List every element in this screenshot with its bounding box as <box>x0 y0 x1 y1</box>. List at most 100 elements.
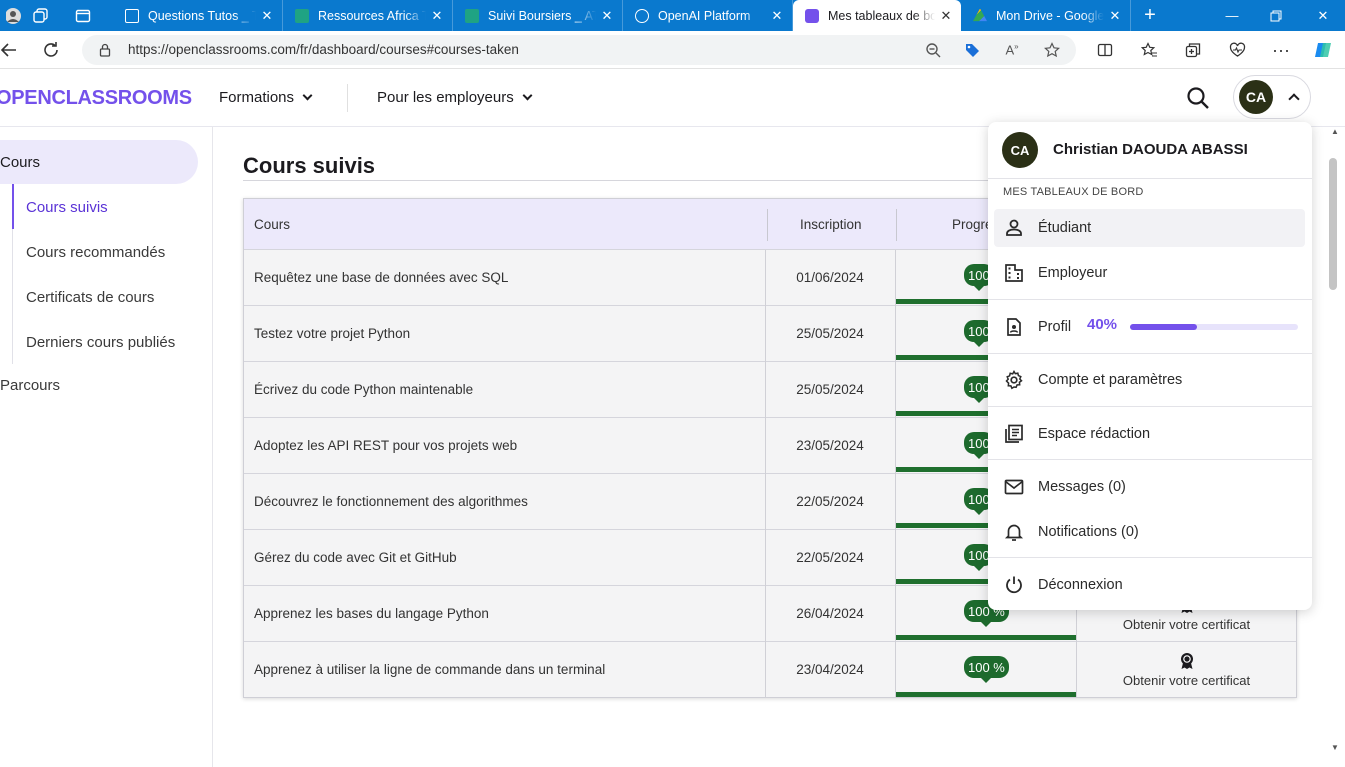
tab-title: Mon Drive - Google <box>996 8 1104 23</box>
course-title[interactable]: Testez votre projet Python <box>254 326 410 341</box>
close-window-icon[interactable]: ✕ <box>1308 0 1338 31</box>
enrollment-date: 22/05/2024 <box>796 494 864 509</box>
close-icon[interactable]: ✕ <box>935 8 957 24</box>
drive-icon <box>973 8 987 22</box>
menu-item-writing-space[interactable]: Espace rédaction <box>994 415 1305 453</box>
workspaces-icon[interactable] <box>26 0 56 31</box>
user-dropdown-menu: CA Christian DAOUDA ABASSI MES TABLEAUX … <box>988 122 1312 610</box>
lock-icon[interactable] <box>92 35 118 65</box>
split-screen-icon[interactable] <box>1090 31 1120 69</box>
scroll-up-icon[interactable]: ▲ <box>1331 127 1339 136</box>
browser-essentials-icon[interactable] <box>1222 31 1252 69</box>
menu-item-label: Profil <box>1038 319 1072 335</box>
shopping-tag-icon[interactable] <box>959 35 985 65</box>
collections-icon[interactable] <box>1178 31 1208 69</box>
scroll-down-icon[interactable]: ▼ <box>1331 743 1339 752</box>
read-aloud-icon[interactable]: A» <box>999 35 1025 65</box>
nav-employers[interactable]: Pour les employeurs <box>377 89 533 106</box>
gear-icon <box>1005 370 1023 390</box>
course-title[interactable]: Apprenez les bases du langage Python <box>254 606 489 621</box>
minimize-icon[interactable]: — <box>1217 0 1247 31</box>
mail-icon <box>1004 479 1024 495</box>
close-icon[interactable]: ✕ <box>766 8 788 24</box>
table-row[interactable]: Apprenez à utiliser la ligne de commande… <box>244 642 1296 698</box>
sidebar-item-derniers-cours[interactable]: Derniers cours publiés <box>26 334 175 351</box>
sidebar-item-cours-recommandes[interactable]: Cours recommandés <box>26 244 165 261</box>
browser-tab[interactable]: Mon Drive - Google ✕ <box>961 0 1131 31</box>
course-title[interactable]: Découvrez le fonctionnement des algorith… <box>254 494 528 509</box>
tab-title: Suivi Boursiers _ AT <box>488 8 596 23</box>
close-icon[interactable]: ✕ <box>256 8 278 24</box>
get-certificate-link[interactable]: Obtenir votre certificat <box>1077 617 1296 632</box>
nav-label: Pour les employeurs <box>377 89 514 106</box>
column-header-progression[interactable]: Progre <box>952 217 993 232</box>
course-title[interactable]: Écrivez du code Python maintenable <box>254 382 473 397</box>
zoom-icon[interactable] <box>920 35 946 65</box>
sheet-icon <box>465 8 479 23</box>
openai-icon <box>635 8 649 23</box>
menu-item-profile[interactable]: Profil 40% <box>994 308 1305 346</box>
divider <box>988 178 1312 179</box>
profile-progress-fill <box>1130 324 1198 330</box>
enrollment-date: 26/04/2024 <box>796 606 864 621</box>
close-icon[interactable]: ✕ <box>426 8 448 24</box>
new-tab-icon[interactable]: + <box>1135 0 1165 31</box>
openclassrooms-logo[interactable]: OPENCLASSROOMS <box>0 87 192 110</box>
certificate-cell[interactable]: Obtenir votre certificat <box>1077 642 1296 697</box>
menu-item-employer[interactable]: Employeur <box>994 254 1305 292</box>
page-scrollbar[interactable]: ▲ ▼ <box>1327 127 1345 767</box>
favorites-icon[interactable] <box>1134 31 1164 69</box>
sidebar-item-certificats[interactable]: Certificats de cours <box>26 289 154 306</box>
search-icon[interactable] <box>1185 85 1211 111</box>
sidebar-section-parcours[interactable]: Parcours <box>0 377 60 394</box>
enrollment-date: 22/05/2024 <box>796 550 864 565</box>
menu-item-label: Notifications (0) <box>1038 524 1139 540</box>
url-text[interactable]: https://openclassrooms.com/fr/dashboard/… <box>128 42 519 57</box>
scrollbar-thumb[interactable] <box>1329 158 1337 290</box>
course-title[interactable]: Gérez du code avec Git et GitHub <box>254 550 457 565</box>
sidebar-section-cours[interactable]: Cours <box>0 140 198 184</box>
close-icon[interactable]: ✕ <box>1104 8 1126 24</box>
course-title[interactable]: Adoptez les API REST pour vos projets we… <box>254 438 517 453</box>
browser-tab[interactable]: OpenAI Platform ✕ <box>623 0 793 31</box>
library-icon <box>1005 424 1023 443</box>
tab-title: OpenAI Platform <box>658 8 751 23</box>
browser-tab[interactable]: Suivi Boursiers _ AT ✕ <box>453 0 623 31</box>
nav-label: Formations <box>219 89 295 106</box>
restore-icon[interactable] <box>1261 0 1291 31</box>
column-header-inscription[interactable]: Inscription <box>800 217 862 232</box>
tab-title: Ressources Africa Te <box>318 8 426 23</box>
tab-actions-icon[interactable] <box>68 0 98 31</box>
sidebar: Cours Cours suivis Cours recommandés Cer… <box>0 127 213 767</box>
sidebar-item-cours-suivis[interactable]: Cours suivis <box>26 199 108 216</box>
user-menu-button[interactable]: CA <box>1233 75 1311 119</box>
menu-item-student[interactable]: Étudiant <box>994 209 1305 247</box>
user-name: Christian DAOUDA ABASSI <box>1053 141 1248 158</box>
menu-item-label: Étudiant <box>1038 220 1092 236</box>
browser-tab[interactable]: Ressources Africa Te ✕ <box>283 0 453 31</box>
menu-item-logout[interactable]: Déconnexion <box>994 566 1305 604</box>
favorite-star-icon[interactable] <box>1039 35 1065 65</box>
more-options-icon[interactable]: ··· <box>1266 31 1296 69</box>
enrollment-date: 23/04/2024 <box>796 662 864 677</box>
divider <box>988 459 1312 460</box>
back-icon[interactable] <box>0 31 24 69</box>
browser-tab[interactable]: Questions Tutos _ Ti ✕ <box>113 0 283 31</box>
menu-item-account-settings[interactable]: Compte et paramètres <box>994 361 1305 399</box>
refresh-icon[interactable] <box>36 31 66 69</box>
address-bar[interactable]: https://openclassrooms.com/fr/dashboard/… <box>82 35 1076 65</box>
divider <box>243 180 1003 181</box>
nav-formations[interactable]: Formations <box>219 89 313 106</box>
menu-item-messages[interactable]: Messages (0) <box>994 468 1305 506</box>
profile-progress-bar <box>1130 324 1298 330</box>
menu-item-notifications[interactable]: Notifications (0) <box>994 513 1305 551</box>
doc-icon <box>125 8 139 23</box>
course-title[interactable]: Apprenez à utiliser la ligne de commande… <box>254 662 605 677</box>
browser-tab-active[interactable]: Mes tableaux de bo ✕ <box>793 0 961 31</box>
course-title[interactable]: Requêtez une base de données avec SQL <box>254 270 508 285</box>
copilot-icon[interactable] <box>1308 31 1338 69</box>
close-icon[interactable]: ✕ <box>596 8 618 24</box>
get-certificate-link[interactable]: Obtenir votre certificat <box>1077 673 1296 688</box>
chevron-up-icon <box>1288 93 1300 105</box>
column-header-cours[interactable]: Cours <box>254 217 290 232</box>
